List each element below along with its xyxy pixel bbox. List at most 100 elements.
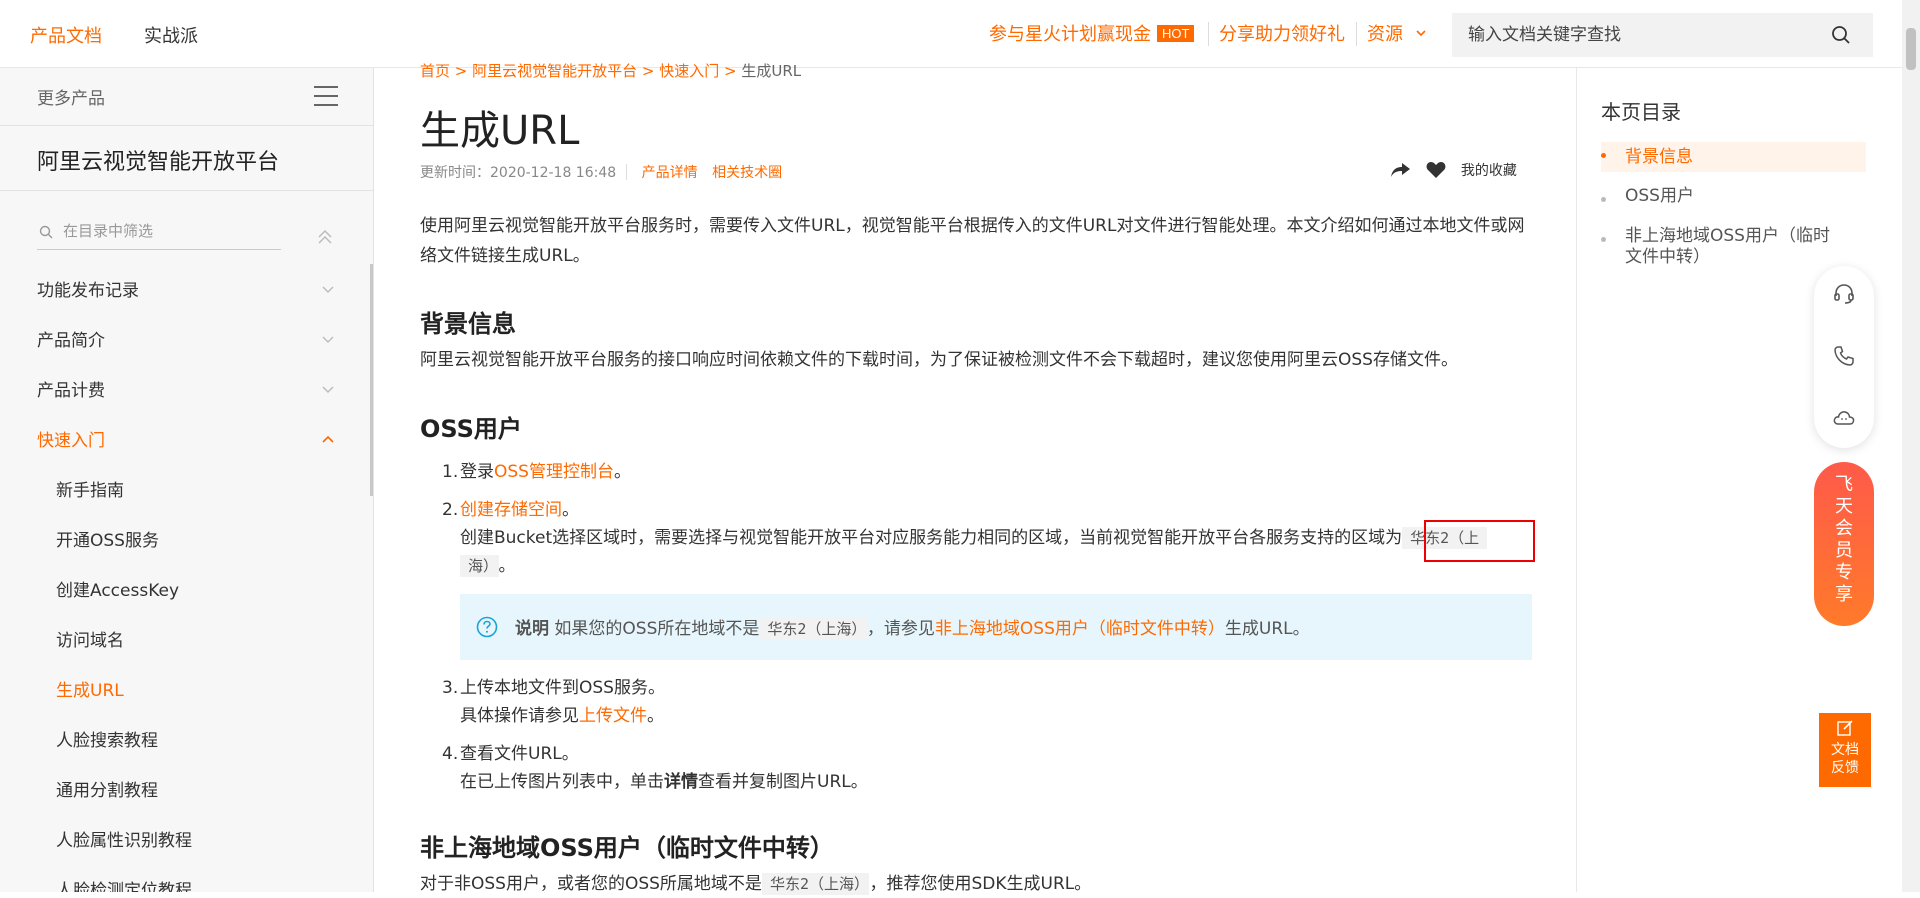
chevron-up-icon xyxy=(322,435,334,443)
sidebar-item-label: 功能发布记录 xyxy=(37,281,139,301)
sidebar-subitem-accesskey[interactable]: 创建AccessKey xyxy=(56,576,179,601)
toc-item-background[interactable]: 背景信息 xyxy=(1601,142,1866,172)
headset-icon[interactable] xyxy=(1832,282,1856,306)
step-text: 在已上传图片列表中，单击 xyxy=(460,772,664,792)
hamburger-menu-icon[interactable] xyxy=(314,86,338,106)
step-text: 。 xyxy=(498,556,516,576)
nav-product-docs[interactable]: 产品文档 xyxy=(30,22,102,48)
catalog-filter-input[interactable] xyxy=(63,222,273,240)
share-icon[interactable] xyxy=(1390,161,1412,179)
sidebar-subitem-generate-url[interactable]: 生成URL xyxy=(56,676,124,701)
toc-item-label: 非上海地域OSS用户（临时文件中转） xyxy=(1625,226,1830,267)
toc-item-non-shanghai[interactable]: 非上海地域OSS用户（临时文件中转） xyxy=(1601,226,1866,270)
breadcrumb-platform[interactable]: 阿里云视觉智能开放平台 xyxy=(472,62,637,80)
page-title: 生成URL xyxy=(420,108,580,154)
background-paragraph: 阿里云视觉智能开放平台服务的接口响应时间依赖文件的下载时间，为了保证被检测文件不… xyxy=(420,350,1458,370)
sidebar-scrollbar[interactable] xyxy=(370,264,373,496)
nav-practice[interactable]: 实战派 xyxy=(144,22,198,48)
sidebar-subitem-endpoint[interactable]: 访问域名 xyxy=(56,626,124,651)
sidebar-subitem-segmentation[interactable]: 通用分割教程 xyxy=(56,776,158,801)
step-text: 具体操作请参见 xyxy=(460,706,579,726)
toc-bullet xyxy=(1601,197,1606,202)
share-gift-link[interactable]: 分享助力领好礼 xyxy=(1219,20,1345,46)
note-text: 说明 如果您的OSS所在地域不是 华东2（上海） ，请参见非上海地域OSS用户（临时… xyxy=(515,614,1310,640)
search-box xyxy=(1452,13,1873,57)
sidebar-divider xyxy=(0,190,373,191)
step-text: 查看文件URL。 xyxy=(460,744,579,764)
search-icon[interactable] xyxy=(1831,25,1851,45)
sidebar-item-label: 产品简介 xyxy=(37,331,105,351)
sidebar-subitem-enable-oss[interactable]: 开通OSS服务 xyxy=(56,526,159,551)
cloud-assistant-icon[interactable] xyxy=(1832,406,1856,430)
catalog-filter xyxy=(37,220,281,250)
highlight-box xyxy=(1424,520,1535,562)
contact-float-panel xyxy=(1814,266,1874,448)
non-shanghai-link[interactable]: 非上海地域OSS用户（临时文件中转） xyxy=(935,619,1225,639)
resources-dropdown[interactable]: 资源 xyxy=(1367,20,1427,46)
step-number: 1. xyxy=(442,462,459,482)
toc-title: 本页目录 xyxy=(1601,100,1681,124)
platform-title[interactable]: 阿里云视觉智能开放平台 xyxy=(37,144,279,176)
feedback-label-line1: 文档 xyxy=(1831,742,1859,758)
note-label: 说明 xyxy=(515,619,549,639)
step-text: 上传本地文件到OSS服务。 xyxy=(460,678,665,698)
sidebar-item-release-notes[interactable]: 功能发布记录 xyxy=(37,276,337,306)
search-input[interactable] xyxy=(1468,23,1808,47)
sidebar-item-billing[interactable]: 产品计费 xyxy=(37,376,337,406)
section-heading-oss-users: OSS用户 xyxy=(420,415,522,443)
edit-icon xyxy=(1837,720,1853,736)
scrollbar-thumb[interactable] xyxy=(1906,28,1916,70)
step-text: 。 xyxy=(647,706,664,726)
feitian-member-button[interactable]: 飞天会员专享 xyxy=(1814,462,1874,626)
breadcrumb-home[interactable]: 首页 xyxy=(420,62,450,80)
heart-icon[interactable] xyxy=(1426,161,1446,179)
sidebar-subitem-guide[interactable]: 新手指南 xyxy=(56,476,124,501)
product-detail-link[interactable]: 产品详情 xyxy=(642,165,698,181)
member-label: 飞天会员专享 xyxy=(1835,474,1853,605)
step-number: 2. xyxy=(442,500,459,520)
search-icon xyxy=(39,225,53,239)
tech-circle-link[interactable]: 相关技术圈 xyxy=(712,165,782,181)
chevron-down-icon xyxy=(322,386,334,393)
step-text: 登录 xyxy=(460,462,494,482)
sidebar-item-label: 快速入门 xyxy=(37,431,105,451)
step-number: 4. xyxy=(442,744,459,764)
step-number: 3. xyxy=(442,678,459,698)
sidebar-divider xyxy=(0,125,373,126)
resources-label: 资源 xyxy=(1367,24,1403,45)
step-text: 。 xyxy=(613,462,631,482)
sidebar-subitem-face-search[interactable]: 人脸搜索教程 xyxy=(56,726,158,751)
spark-program-link[interactable]: 参与星火计划赢现金 HOT xyxy=(989,20,1195,46)
note-content: 生成URL。 xyxy=(1224,619,1310,639)
nav-divider xyxy=(1356,22,1357,46)
feedback-label-line2: 反馈 xyxy=(1831,760,1859,776)
nav-divider xyxy=(1208,22,1209,46)
note-content: 如果您的OSS所在地域不是 xyxy=(554,619,760,639)
section-heading-background: 背景信息 xyxy=(420,310,516,338)
oss-console-link[interactable]: OSS管理控制台 xyxy=(494,462,614,482)
doc-feedback-button[interactable]: 文档 反馈 xyxy=(1819,713,1871,787)
sidebar-subitem-face-detect[interactable]: 人脸检测定位教程 xyxy=(56,876,192,892)
collapse-all-icon[interactable] xyxy=(316,228,334,246)
phone-icon[interactable] xyxy=(1832,344,1856,368)
sidebar-item-quickstart[interactable]: 快速入门 xyxy=(37,426,337,456)
toc-item-label: OSS用户 xyxy=(1625,186,1694,206)
details-keyword: 详情 xyxy=(664,772,698,792)
upload-file-link[interactable]: 上传文件 xyxy=(579,706,647,726)
sidebar-subitem-face-attribute[interactable]: 人脸属性识别教程 xyxy=(56,826,192,851)
chevron-down-icon xyxy=(322,286,334,293)
step-text: 创建Bucket选择区域时，需要选择与视觉智能开放平台对应服务能力相同的区域，当… xyxy=(460,528,1403,548)
region-code: 海） xyxy=(460,555,499,577)
create-bucket-link[interactable]: 创建存储空间 xyxy=(460,500,562,520)
step-text: 查看并复制图片URL。 xyxy=(698,772,868,792)
breadcrumb-quickstart[interactable]: 快速入门 xyxy=(659,62,719,80)
sidebar-item-product-intro[interactable]: 产品简介 xyxy=(37,326,337,356)
breadcrumb-current: 生成URL xyxy=(741,62,802,80)
para-text: 对于非OSS用户，或者您的OSS所属地域不是 xyxy=(420,874,762,894)
page-scrollbar[interactable] xyxy=(1902,0,1920,892)
para-text: ，推荐您使用SDK生成URL。 xyxy=(869,874,1092,894)
step-text: 。 xyxy=(562,500,579,520)
section-heading-non-shanghai: 非上海地域OSS用户（临时文件中转） xyxy=(420,834,834,862)
my-favorites-link[interactable]: 我的收藏 xyxy=(1461,163,1517,179)
more-products-label[interactable]: 更多产品 xyxy=(37,84,105,109)
